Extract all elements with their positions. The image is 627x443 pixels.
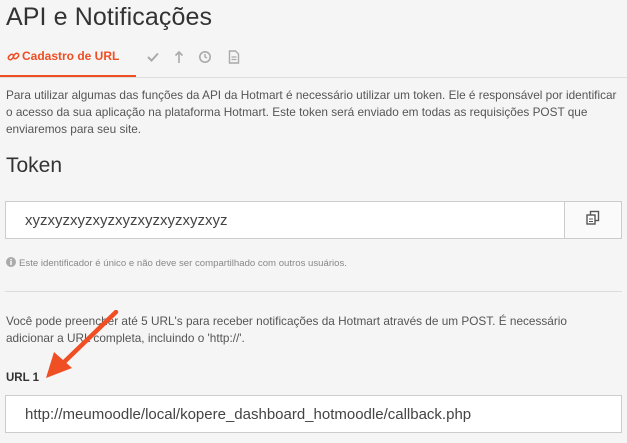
token-help-text: Este identificador é único e não deve se…	[19, 258, 347, 269]
divider	[5, 291, 622, 292]
url-1-label: URL 1	[6, 372, 40, 384]
check-icon[interactable]	[146, 50, 160, 69]
clock-icon[interactable]	[198, 50, 212, 69]
intro-text: Para utilizar algumas das funções da API…	[6, 88, 617, 136]
token-title: Token	[6, 154, 63, 177]
upload-icon[interactable]	[173, 50, 185, 69]
tab-label: Cadastro de URL	[22, 49, 120, 63]
page-title: API e Notificações	[6, 3, 213, 31]
token-field-group	[5, 201, 622, 239]
token-help: Este identificador é único e não deve se…	[6, 257, 347, 270]
document-icon[interactable]	[228, 50, 240, 69]
link-icon	[7, 50, 20, 68]
tab-bar: Cadastro de URL	[0, 40, 627, 78]
copy-icon	[585, 210, 601, 231]
url-1-input[interactable]	[5, 395, 622, 433]
token-input[interactable]	[6, 202, 566, 238]
annotation-arrow-icon	[46, 310, 119, 378]
info-icon	[6, 257, 16, 270]
copy-token-button[interactable]	[564, 202, 621, 238]
tab-cadastro-de-url[interactable]: Cadastro de URL	[0, 40, 136, 77]
